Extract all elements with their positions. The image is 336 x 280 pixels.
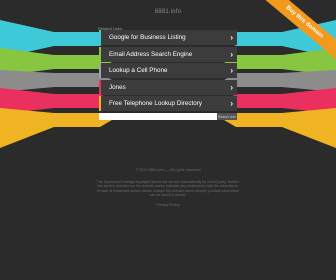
related-link-label: Free Telephone Lookup Directory [109,100,202,107]
related-link-jones[interactable]: Jones › [99,79,237,95]
left-decoration-stripes [0,0,112,280]
chevron-right-icon: › [230,99,233,108]
search-input[interactable] [99,113,217,120]
related-link-label: Jones [109,83,126,91]
chevron-right-icon: › [230,33,233,42]
related-link-email-search[interactable]: Email Address Search Engine › [99,46,237,62]
copyright-text: © 2024 8881.info — All rights reserved [135,168,201,172]
related-link-google-business[interactable]: Google for Business Listing › [99,30,237,45]
related-links-list: Google for Business Listing › Email Addr… [99,30,237,113]
parked-domain-page: 8881.info Buy this domain Related Links … [0,0,336,280]
chevron-right-icon: › [230,82,233,92]
chevron-right-icon: › [230,49,233,59]
related-link-cell-phone[interactable]: Lookup a Cell Phone › [99,63,237,78]
related-link-label: Google for Business Listing [109,34,186,41]
related-link-label: Email Address Search Engine [109,50,193,58]
search-button[interactable]: Search Ads [217,113,237,120]
search-bar: Search Ads [99,113,237,120]
related-link-telephone-directory[interactable]: Free Telephone Lookup Directory › [99,96,237,111]
disclaimer-text: The Sponsored Listings displayed above a… [96,179,240,198]
privacy-policy-link[interactable]: Privacy Policy [96,203,240,208]
chevron-right-icon: › [230,66,233,75]
related-link-label: Lookup a Cell Phone [109,67,168,74]
footer: © 2024 8881.info — All rights reserved T… [96,168,240,208]
